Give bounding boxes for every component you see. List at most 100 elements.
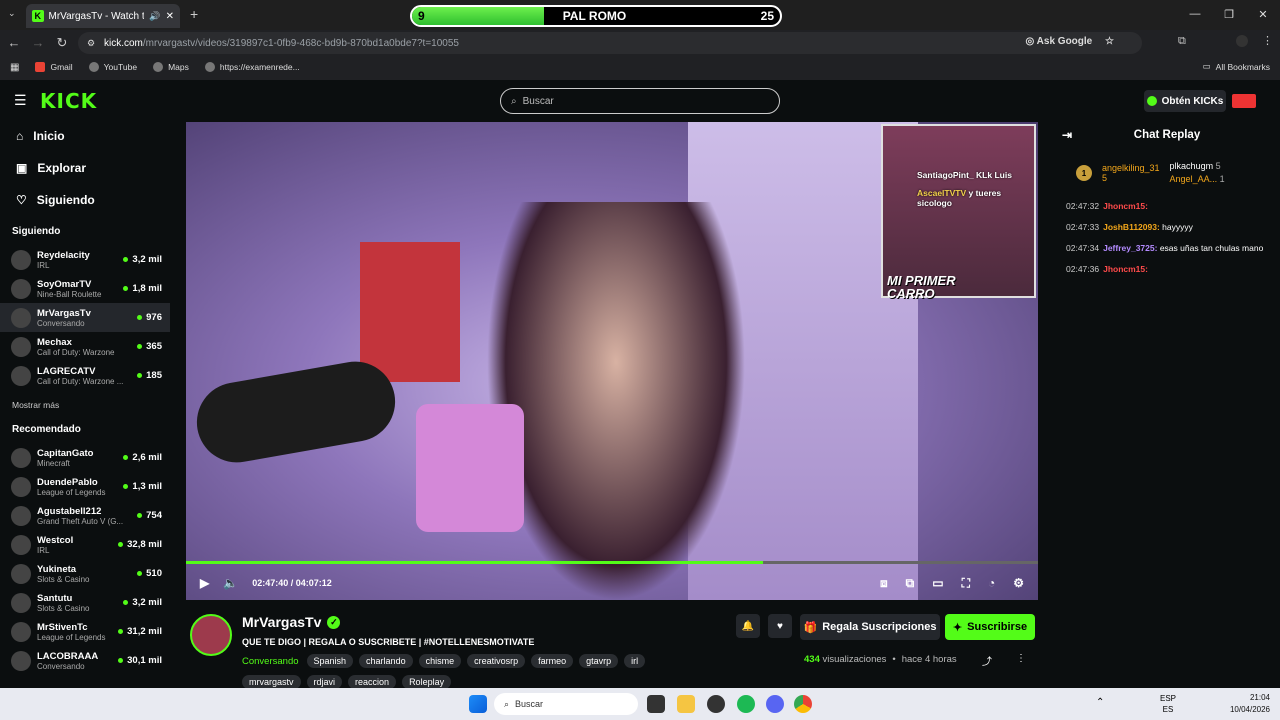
streamer-avatar[interactable] [190, 614, 232, 656]
video-controls: ▶ 🔈 02:47:40 / 04:07:12 ⧈ ⧉ ▭ ⛶ ◔ ⚙ [186, 566, 1038, 600]
close-window-icon[interactable]: ✕ [1246, 0, 1280, 28]
video-player[interactable]: SantiagoPint_ KLk Luis AscaelTVTV y tuer… [186, 122, 1038, 600]
chat-username[interactable]: JoshB112093: [1103, 222, 1160, 232]
volume-icon[interactable]: 🔈 [223, 576, 238, 590]
category-link[interactable]: Conversando [242, 656, 299, 667]
windows-start-icon[interactable] [469, 695, 487, 713]
tag-chip[interactable]: rdjavi [306, 675, 343, 689]
kick-logo[interactable]: KICK [40, 89, 97, 113]
new-tab-icon[interactable]: + [190, 6, 198, 22]
tag-chip[interactable]: farmeo [531, 654, 574, 668]
share-icon[interactable]: ⤴ [982, 653, 992, 668]
channel-item[interactable]: Westcol IRL 32,8 mil [0, 530, 170, 559]
channel-item[interactable]: Mechax Call of Duty: Warzone 365 [0, 332, 170, 361]
theater-icon[interactable]: ▭ [932, 576, 943, 591]
ask-google-button[interactable]: ◎ Ask Google ☆ [1026, 36, 1114, 47]
tray-chevron-icon[interactable]: ⌃ [1096, 697, 1104, 708]
bookmark-examen[interactable]: https://examenrede... [204, 62, 300, 72]
star-icon[interactable]: ☆ [1105, 36, 1114, 47]
channel-item[interactable]: LACOBRAAA Conversando 30,1 mil [0, 646, 170, 675]
chat-username[interactable]: Jhoncm15: [1103, 264, 1148, 274]
follow-heart-button[interactable]: ♥ [768, 614, 792, 638]
file-explorer-icon[interactable] [677, 695, 695, 713]
clip-icon[interactable]: ⧉ [906, 576, 915, 591]
minimize-icon[interactable]: — [1178, 0, 1212, 28]
channel-item[interactable]: Santutu Slots & Casino 3,2 mil [0, 588, 170, 617]
site-info-icon[interactable]: ⚙ [87, 38, 95, 49]
spotify-icon[interactable] [737, 695, 755, 713]
channel-item[interactable]: SoyOmarTV Nine-Ball Roulette 1,8 mil [0, 274, 170, 303]
back-icon[interactable]: ← [2, 35, 26, 50]
settings-icon[interactable]: ⚙ [1013, 576, 1024, 591]
nav-inicio[interactable]: ⌂ Inicio [0, 120, 170, 152]
tag-chip[interactable]: charlando [359, 654, 413, 668]
task-view-icon[interactable] [647, 695, 665, 713]
channel-item[interactable]: Yukineta Slots & Casino 510 [0, 559, 170, 588]
discord-icon[interactable] [766, 695, 784, 713]
streamer-name[interactable]: MrVargasTv ✓ [242, 614, 341, 630]
search-input[interactable]: ⌕ Buscar [500, 88, 780, 114]
tag-chip[interactable]: creativosrp [467, 654, 526, 668]
kebab-menu-icon[interactable]: ⋮ [1262, 34, 1273, 47]
bookmark-youtube[interactable]: YouTube [88, 62, 137, 72]
gift-subs-button[interactable]: 🎁 Regala Suscripciones [800, 614, 940, 640]
maximize-icon[interactable]: ❐ [1212, 0, 1246, 28]
nav-siguiendo[interactable]: ♡ Siguiendo [0, 184, 170, 216]
audio-icon[interactable]: 🔊 [149, 11, 160, 22]
forward-icon[interactable]: → [26, 35, 50, 50]
channel-item[interactable]: MrVargasTv Conversando 976 [0, 303, 170, 332]
hamburger-menu-icon[interactable]: ☰ [14, 92, 27, 109]
language-indicator[interactable]: ESP ES [1160, 693, 1176, 715]
gifter-2[interactable]: plkachugm 5 [1170, 161, 1221, 171]
top-gifter[interactable]: angelkiling_31 5 [1102, 163, 1160, 183]
get-kicks-button[interactable]: Obtén KICKs [1144, 90, 1226, 112]
fullscreen-icon[interactable]: ⛶ [962, 576, 970, 591]
speed-icon[interactable]: ◔ [988, 576, 995, 591]
tag-chip[interactable]: irl [624, 654, 646, 668]
channel-info: CapitanGato Minecraft [37, 448, 117, 468]
profile-icon[interactable] [1236, 35, 1248, 47]
subscribe-button[interactable]: ✦ Suscribirse [945, 614, 1035, 640]
tag-chip[interactable]: chisme [418, 654, 462, 668]
collapse-chat-icon[interactable]: ⇥ [1062, 128, 1072, 142]
tag-chip[interactable]: reaccion [348, 675, 397, 689]
video-progress[interactable] [186, 561, 1038, 564]
chrome-icon[interactable] [794, 695, 812, 713]
tag-chip[interactable]: gtavrp [579, 654, 619, 668]
tab-search-icon[interactable]: ⌄ [8, 8, 16, 19]
tag-chip[interactable]: Spanish [306, 654, 354, 668]
tag-chip[interactable]: Roleplay [402, 675, 452, 689]
more-options-icon[interactable]: ⋮ [1016, 653, 1026, 664]
time-ago: hace 4 horas [901, 654, 957, 665]
all-bookmarks[interactable]: ▭ All Bookmarks [1203, 61, 1270, 72]
bookmark-gmail[interactable]: Gmail [35, 62, 73, 72]
chat-username[interactable]: Jeffrey_3725: [1103, 243, 1157, 253]
miniplayer-icon[interactable]: ⧈ [880, 576, 888, 591]
tab-close-icon[interactable]: ✕ [166, 11, 174, 22]
extensions-icon[interactable]: ⧉ [1178, 35, 1186, 48]
notification-bell-button[interactable]: 🔔 [736, 614, 760, 638]
bookmark-maps[interactable]: Maps [153, 62, 189, 72]
channel-item[interactable]: LAGRECATV Call of Duty: Warzone ... 185 [0, 361, 170, 390]
app-icon[interactable] [707, 695, 725, 713]
tag-chip[interactable]: mrvargastv [242, 675, 301, 689]
nav-explorar[interactable]: ▣ Explorar [0, 152, 170, 184]
reload-icon[interactable]: ↻ [50, 35, 74, 51]
browser-tab[interactable]: K MrVargasTv - Watch the VOD 🔊 ✕ [26, 4, 180, 28]
channel-item[interactable]: MrStivenTc League of Legends 31,2 mil [0, 617, 170, 646]
channel-item[interactable]: DuendePablo League of Legends 1,3 mil [0, 472, 170, 501]
chat-username[interactable]: Jhoncm15: [1103, 201, 1148, 211]
channel-name: Santutu [37, 592, 73, 604]
gifter-3[interactable]: Angel_AA... 1 [1170, 174, 1225, 184]
channel-viewers: 1,3 mil [123, 481, 162, 492]
apps-icon[interactable]: ▦ [10, 62, 19, 73]
user-avatar[interactable] [1232, 94, 1256, 108]
channel-item[interactable]: CapitanGato Minecraft 2,6 mil [0, 443, 170, 472]
clock[interactable]: 21:04 10/04/2026 [1230, 692, 1270, 716]
taskbar-search[interactable]: ⌕ Buscar [494, 693, 638, 715]
channel-item[interactable]: Reydelacity IRL 3,2 mil [0, 245, 170, 274]
play-icon[interactable]: ▶ [200, 576, 209, 590]
show-more-link[interactable]: Mostrar más [0, 390, 170, 420]
address-bar[interactable]: ⚙ kick.com/mrvargastv/videos/319897c1-0f… [78, 32, 1142, 54]
channel-item[interactable]: Agustabell212 Grand Theft Auto V (G... 754 [0, 501, 170, 530]
